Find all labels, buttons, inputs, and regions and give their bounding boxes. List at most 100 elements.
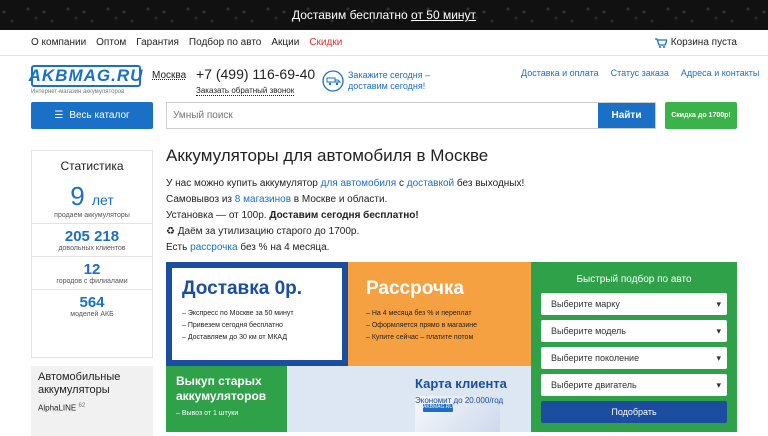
dropdown-arrow-icon: ▾ <box>716 298 721 309</box>
car-picker-panel: Быстрый подбор по авто Выберите марку ▾ В… <box>531 262 737 432</box>
client-card-tile[interactable]: AKBMAG.RU Карта клиента Экономит до 20.0… <box>287 366 531 432</box>
nav-promos[interactable]: Акции <box>271 37 299 48</box>
car-picker-title: Быстрый подбор по авто <box>576 274 692 285</box>
stat-cities: 12 городов с филиалами <box>32 257 152 290</box>
nav-discounts[interactable]: Скидки <box>309 37 342 48</box>
delivery-tile[interactable]: Доставка 0р. – Экспресс по Москве за 50 … <box>166 262 348 366</box>
logo[interactable]: AKBMAG.RU Интернет-магазин аккумуляторов <box>28 65 144 95</box>
stat-clients-value: 205 218 <box>64 228 120 245</box>
intro-text: Есть <box>166 242 191 253</box>
phone-number[interactable]: +7 (499) 116-69-40 <box>196 66 315 82</box>
category-item-count: 62 <box>78 403 86 409</box>
buyback-tile-sub: – Вывоз от 1 штуки <box>176 410 239 417</box>
intro-text: в Москве и области. <box>291 194 388 205</box>
discount-button[interactable]: Скидка до 1700р! <box>665 102 737 129</box>
cart-link[interactable]: Корзина пуста <box>654 37 737 48</box>
stat-clients: 205 218 довольных клиентов <box>32 224 152 257</box>
stat-clients-label: довольных клиентов <box>58 245 126 252</box>
generation-select-value: Выберите поколение <box>551 353 640 363</box>
stat-models-label: моделей АКБ <box>70 311 114 318</box>
top-nav: О компании Оптом Гарантия Подбор по авто… <box>0 30 768 56</box>
menu-icon: ☰ <box>54 110 64 121</box>
model-select-value: Выберите модель <box>551 326 626 336</box>
stat-models: 564 моделей АКБ <box>32 290 152 322</box>
client-card-sub: Экономит до 20.000/год <box>415 396 504 405</box>
category-title[interactable]: Автомобильные аккумуляторы <box>38 371 146 397</box>
promo-bar: Доставим бесплатно от 50 минут <box>0 0 768 30</box>
stat-years: 9 лет продаем аккумуляторы <box>32 173 152 224</box>
nav-wholesale[interactable]: Оптом <box>96 37 126 48</box>
stats-panel: Статистика 9 лет продаем аккумуляторы 20… <box>31 150 153 358</box>
installment-tile-item: – Оформляется прямо в магазине <box>366 322 478 329</box>
nav-car-picker[interactable]: Подбор по авто <box>189 37 261 48</box>
search-row: ☰ Весь каталог Найти Скидка до 1700р! <box>0 102 768 132</box>
promo-tiles: Доставка 0р. – Экспресс по Москве за 50 … <box>166 262 737 432</box>
installment-tile[interactable]: Рассрочка – На 4 месяца без % и переплат… <box>348 262 531 366</box>
logo-tagline: Интернет-магазин аккумуляторов <box>31 89 125 95</box>
intro-line-4: ♻ Даём за утилизацию старого до 1700р. <box>166 226 360 237</box>
intro-text: Установка — от 100р. <box>166 210 270 221</box>
cart-label: Корзина пуста <box>670 37 737 48</box>
model-select[interactable]: Выберите модель ▾ <box>541 320 727 342</box>
link-for-car[interactable]: для автомобиля <box>321 178 397 189</box>
nav-warranty[interactable]: Гарантия <box>136 37 179 48</box>
delivery-promo: Закажите сегодня – доставим сегодня! <box>348 70 430 92</box>
search-input[interactable] <box>167 103 598 128</box>
link-contacts[interactable]: Адреса и контакты <box>681 68 759 78</box>
intro-line-3: Установка — от 100р. Доставим сегодня бе… <box>166 208 741 224</box>
installment-tile-item: – Купите сейчас – платите потом <box>366 334 474 341</box>
intro-text: Самовывоз из <box>166 194 235 205</box>
delivery-promo-line2: доставим сегодня! <box>348 81 426 91</box>
link-order-status[interactable]: Статус заказа <box>611 68 669 78</box>
intro-text: У нас можно купить аккумулятор <box>166 178 321 189</box>
category-item-label: AlphaLINE <box>38 403 77 413</box>
catalog-label: Весь каталог <box>69 110 130 121</box>
delivery-tile-title: Доставка 0р. <box>182 278 303 299</box>
intro-text: без выходных! <box>454 178 525 189</box>
buyback-tile[interactable]: Выкуп старых аккумуляторов – Вывоз от 1 … <box>166 366 287 432</box>
pick-button[interactable]: Подобрать <box>541 401 727 423</box>
category-menu: Автомобильные аккумуляторы AlphaLINE 62 <box>31 366 153 436</box>
catalog-button[interactable]: ☰ Весь каталог <box>31 102 153 129</box>
intro-bold: Доставим сегодня бесплатно! <box>269 210 419 221</box>
delivery-tile-item: – Доставляем до 30 км от МКАД <box>182 334 288 341</box>
stat-cities-value: 12 <box>83 261 101 278</box>
buyback-tile-title: Выкуп старых аккумуляторов <box>176 374 267 403</box>
engine-select-value: Выберите двигатель <box>551 380 637 390</box>
dropdown-arrow-icon: ▾ <box>716 379 721 390</box>
client-card-title: Карта клиента <box>415 376 507 391</box>
link-stores[interactable]: 8 магазинов <box>235 194 291 205</box>
city-selector[interactable]: Москва <box>152 70 186 81</box>
page-title: Аккумуляторы для автомобиля в Москве <box>166 146 489 165</box>
header-links: Доставка и оплата Статус заказа Адреса и… <box>521 68 759 78</box>
delivery-promo-line1: Закажите сегодня – <box>348 70 431 80</box>
delivery-tile-item: – Привезем сегодня бесплатно <box>182 322 283 329</box>
callback-link[interactable]: Заказать обратный звонок <box>196 86 295 96</box>
search-box: Найти <box>166 102 656 129</box>
installment-tile-title: Рассрочка <box>366 278 464 299</box>
main-content: Аккумуляторы для автомобиля в Москве У н… <box>166 146 741 256</box>
installment-tile-item: – На 4 месяца без % и переплат <box>366 310 472 317</box>
stat-cities-label: городов с филиалами <box>56 278 128 285</box>
cart-icon <box>654 37 667 48</box>
dropdown-arrow-icon: ▾ <box>716 325 721 336</box>
client-card-logo: AKBMAG.RU <box>423 404 454 412</box>
logo-text: AKBMAG.RU <box>28 65 144 87</box>
category-item[interactable]: AlphaLINE 62 <box>38 403 146 413</box>
promo-text: Доставим бесплатно <box>291 8 408 22</box>
stat-years-label: продаем аккумуляторы <box>54 212 130 219</box>
brand-select[interactable]: Выберите марку ▾ <box>541 293 727 315</box>
generation-select[interactable]: Выберите поколение ▾ <box>541 347 727 369</box>
link-delivery[interactable]: доставкой <box>407 178 454 189</box>
search-button[interactable]: Найти <box>598 103 655 128</box>
nav-about[interactable]: О компании <box>31 37 86 48</box>
link-delivery-payment[interactable]: Доставка и оплата <box>521 68 599 78</box>
engine-select[interactable]: Выберите двигатель ▾ <box>541 374 727 396</box>
site-header: AKBMAG.RU Интернет-магазин аккумуляторов … <box>0 56 768 102</box>
delivery-truck-icon <box>322 70 344 92</box>
link-installment[interactable]: рассрочка <box>190 242 237 253</box>
promo-link[interactable]: от 50 минут <box>411 8 476 22</box>
intro-line-5: Есть рассрочка без % на 4 месяца. <box>166 240 741 256</box>
stats-title: Статистика <box>60 159 124 173</box>
intro-line-2: Самовывоз из 8 магазинов в Москве и обла… <box>166 192 741 208</box>
